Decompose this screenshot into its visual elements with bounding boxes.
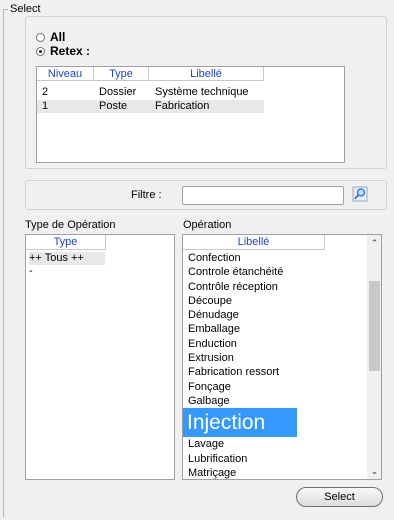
operation-scrollbar[interactable]: ⌃ ⌄ (367, 235, 381, 479)
outer-frame-left (3, 9, 4, 517)
radio-all-label: All (50, 30, 66, 44)
list-item[interactable]: Lavage (183, 437, 367, 451)
search-icon[interactable] (352, 186, 368, 202)
operation-list[interactable]: Libellé Confection Controle étanchéité C… (182, 234, 382, 480)
filter-label: Filtre : (131, 189, 162, 201)
list-item[interactable]: Découpe (183, 294, 367, 308)
column-header-type-op[interactable]: Type (26, 235, 106, 250)
list-item[interactable]: Fabrication ressort (183, 365, 367, 379)
scrollbar-thumb[interactable] (369, 281, 380, 371)
operation-items: Confection Controle étanchéité Contrôle … (183, 251, 367, 479)
column-header-type[interactable]: Type (94, 67, 149, 81)
table-cell: Poste (99, 100, 128, 112)
table-cell: Dossier (99, 86, 137, 98)
list-item[interactable]: Enduction (183, 337, 367, 351)
radio-all-indicator[interactable] (36, 32, 45, 42)
list-item[interactable]: Controle étanchéité (183, 265, 367, 279)
column-header-niveau[interactable]: Niveau (37, 67, 94, 81)
operation-label: Opération (183, 219, 232, 231)
list-item[interactable]: Extrusion (183, 351, 367, 365)
radio-retex[interactable]: Retex : (36, 44, 90, 58)
list-item[interactable]: Lubrification (183, 452, 367, 466)
select-button[interactable]: Select (296, 487, 383, 507)
table-cell: Système technique (155, 86, 249, 98)
retex-grid[interactable]: Niveau Type Libellé 2 Dossier Système te… (36, 66, 345, 163)
list-item[interactable]: ++ Tous ++ (29, 252, 105, 265)
list-item[interactable]: Contrôle réception (183, 280, 367, 294)
table-cell: Fabrication (155, 100, 210, 112)
list-item[interactable]: Fonçage (183, 380, 367, 394)
scroll-up-icon[interactable]: ⌃ (367, 237, 381, 249)
list-item[interactable]: Dénudage (183, 308, 367, 322)
filter-input[interactable] (182, 186, 344, 205)
table-cell: 2 (42, 86, 49, 98)
list-item[interactable]: Galbage (183, 394, 367, 408)
column-header-libelle[interactable]: Libellé (149, 67, 264, 81)
select-legend: Select (8, 3, 43, 16)
list-item[interactable]: Emballage (183, 322, 367, 336)
type-operation-list[interactable]: Type ++ Tous ++ - (25, 234, 175, 480)
list-item[interactable]: Matriçage (183, 466, 367, 479)
radio-retex-label: Retex : (50, 44, 91, 58)
radio-retex-indicator[interactable] (36, 46, 45, 56)
list-item[interactable]: - (29, 265, 105, 278)
type-operation-label: Type de Opération (25, 219, 116, 231)
list-item-selected[interactable]: Injection (183, 408, 297, 438)
column-header-operation-libelle[interactable]: Libellé (183, 235, 325, 250)
scroll-down-icon[interactable]: ⌄ (367, 465, 381, 477)
table-cell: 1 (42, 100, 49, 112)
list-item[interactable]: Confection (183, 251, 367, 265)
table-row[interactable]: 2 Dossier Système technique (37, 86, 264, 99)
radio-all[interactable]: All (36, 30, 65, 44)
table-row[interactable]: 1 Poste Fabrication (37, 100, 264, 113)
